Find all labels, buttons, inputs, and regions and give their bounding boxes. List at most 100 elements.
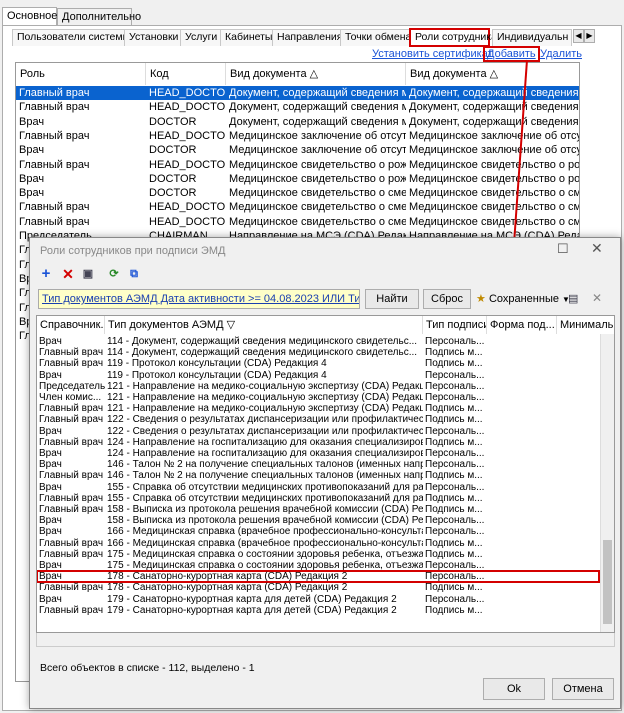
table-cell: Главный врач	[19, 158, 90, 171]
table-row[interactable]: Врач DOCTOR Документ, содержащий сведения …	[16, 115, 579, 129]
column-header-doc-type-2[interactable]: Вид документа △	[406, 63, 579, 85]
list-cell: Подпись м...	[425, 347, 483, 359]
list-item[interactable]: Главный врач 121 - Направление на медико-…	[37, 403, 599, 414]
subtab-exchange-points[interactable]: Точки обмена	[340, 29, 417, 46]
column-header-code[interactable]: Код	[146, 63, 226, 85]
column-header-doc-type[interactable]: Вид документа △	[226, 63, 406, 85]
list-item[interactable]: Главный врач 166 - Медицинская справка (в…	[37, 538, 599, 549]
cancel-button[interactable]: Отмена	[552, 678, 614, 700]
saved-filters-dropdown[interactable]: ★ Сохраненные ▼	[476, 290, 570, 309]
table-row[interactable]: Врач DOCTOR Медицинское свидетельство о см…	[16, 186, 579, 200]
list-item[interactable]: Врач 178 - Санаторно-курортная карта (CDA…	[37, 570, 600, 584]
list-cell: Главный врач	[39, 604, 104, 616]
subtab-settings[interactable]: Установки	[124, 29, 184, 46]
subtab-employee-roles[interactable]: Роли сотрудника	[409, 28, 497, 47]
scrollbar-thumb[interactable]	[603, 540, 612, 624]
list-item[interactable]: Главный врач 179 - Санаторно-курортная ка…	[37, 605, 599, 616]
table-cell: Документ, содержащий сведения мед...	[229, 101, 406, 114]
table-cell: Медицинское свидетельство о рожде...	[229, 158, 406, 171]
add-icon[interactable]: +	[38, 266, 54, 282]
list-cell: Врач	[39, 571, 62, 583]
list-item[interactable]: Врач 155 - Справка об отсутствии медицинс…	[37, 482, 599, 493]
reset-button[interactable]: Сброс	[423, 289, 471, 309]
delete-link[interactable]: Удалить	[540, 48, 582, 60]
tab-additional[interactable]: Дополнительно	[57, 8, 141, 26]
list-cell: Персональ...	[425, 593, 485, 605]
install-certificate-link[interactable]: Установить сертификат	[372, 48, 493, 60]
subtab-services[interactable]: Услуги	[180, 29, 223, 46]
list-cell: 166 - Медицинская справка (врачебное про…	[107, 537, 423, 549]
column-header-role[interactable]: Роль	[16, 63, 146, 85]
properties-icon[interactable]: ▣	[80, 266, 96, 282]
list-item[interactable]: Член комис... 121 - Направление на медико…	[37, 392, 599, 403]
column-header-directory[interactable]: Справочник...	[37, 316, 105, 334]
column-header-aemd-doc-type[interactable]: Тип документов АЭМД ▽	[105, 316, 423, 334]
list-cell: Главный врач	[39, 358, 104, 370]
list-cell: 158 - Выписка из протокола решения враче…	[107, 504, 423, 515]
tab-main[interactable]: Основное	[2, 7, 57, 25]
refresh-icon[interactable]: ⟳	[106, 266, 122, 282]
list-item[interactable]: Председатель 121 - Направление на медико-…	[37, 381, 599, 392]
save-filter-icon[interactable]: ▤	[568, 291, 578, 307]
list-item[interactable]: Врач 175 - Медицинская справка о состояни…	[37, 560, 599, 571]
list-item[interactable]: Главный врач 124 - Направление на госпита…	[37, 437, 599, 448]
table-cell: Медицинское заключение об отсутств...	[409, 129, 579, 142]
list-cell: 122 - Сведения о результатах диспансериз…	[107, 414, 423, 426]
list-item[interactable]: Врач 124 - Направление на госпитализацию …	[37, 448, 599, 459]
list-cell: 175 - Медицинская справка о состоянии зд…	[107, 560, 423, 571]
tab-scroll-right-icon[interactable]: ▶	[584, 29, 595, 43]
maximize-icon[interactable]: ☐	[557, 241, 569, 257]
list-item[interactable]: Врач 179 - Санаторно-курортная карта для …	[37, 594, 599, 605]
close-icon[interactable]: ✕	[591, 240, 603, 257]
list-cell: 122 - Сведения о результатах диспансериз…	[107, 425, 423, 437]
table-row[interactable]: Врач DOCTOR Медицинское свидетельство о ро…	[16, 172, 579, 186]
list-item[interactable]: Врач 158 - Выписка из протокола решения в…	[37, 515, 599, 526]
ok-button[interactable]: Ok	[483, 678, 545, 700]
list-cell: Подпись м...	[425, 548, 483, 560]
table-row[interactable]: Главный врач HEAD_DOCTOR Медицинское свиде…	[16, 215, 579, 229]
list-cell: Подпись м...	[425, 470, 483, 482]
list-item[interactable]: Главный врач 122 - Сведения о результатах…	[37, 414, 599, 425]
list-item[interactable]: Врач 114 - Документ, содержащий сведения …	[37, 336, 599, 347]
list-item[interactable]: Главный врач 119 - Протокол консультации …	[37, 358, 599, 369]
subtab-cabinets[interactable]: Кабинеты	[220, 29, 278, 46]
list-item[interactable]: Врач 119 - Протокол консультации (CDA) Ре…	[37, 370, 599, 381]
delete-icon[interactable]: ✕	[60, 266, 76, 282]
column-header-doc-type-2-label: Вид документа	[410, 68, 487, 80]
list-cell: Персональ...	[425, 448, 485, 459]
column-header-signature-type[interactable]: Тип подписи	[423, 316, 487, 334]
column-header-signature-form[interactable]: Форма под...	[487, 316, 557, 334]
table-cell: HEAD_DOCTOR	[149, 129, 226, 142]
list-cell: 146 - Талон № 2 на получение специальных…	[107, 470, 423, 482]
column-header-minimal[interactable]: Минималь	[557, 316, 614, 334]
list-item[interactable]: Врач 166 - Медицинская справка (врачебное…	[37, 526, 599, 537]
list-item[interactable]: Главный врач 178 - Санаторно-курортная ка…	[37, 582, 599, 593]
table-row[interactable]: Главный врач HEAD_DOCTOR Документ, содержа…	[16, 100, 579, 114]
list-cell: Главный врач	[39, 436, 104, 448]
list-item[interactable]: Главный врач 114 - Документ, содержащий с…	[37, 347, 599, 358]
filter-field[interactable]: Тип документов АЭМД Дата активности >= 0…	[38, 289, 360, 309]
list-cell: Врач	[39, 336, 62, 347]
list-item[interactable]: Главный врач 146 - Талон № 2 на получение…	[37, 470, 599, 481]
table-row[interactable]: Главный врач HEAD_DOCTOR Документ, содержа…	[16, 86, 579, 101]
table-cell: Документ, содержащий сведения мед...	[229, 87, 406, 99]
subtab-directions[interactable]: Направления	[272, 29, 348, 46]
subtab-individual[interactable]: Индивидуальн	[492, 29, 572, 46]
vertical-scrollbar[interactable]	[600, 334, 614, 632]
table-row[interactable]: Главный врач HEAD_DOCTOR Медицинское свиде…	[16, 200, 579, 214]
find-button[interactable]: Найти	[365, 289, 419, 309]
clear-filter-icon[interactable]: ✕	[592, 290, 602, 306]
table-row[interactable]: Врач DOCTOR Медицинское заключение об отсу…	[16, 143, 579, 157]
horizontal-scrollbar[interactable]	[36, 633, 615, 647]
list-item[interactable]: Врач 122 - Сведения о результатах диспанс…	[37, 426, 599, 437]
list-item[interactable]: Врач 146 - Талон № 2 на получение специал…	[37, 459, 599, 470]
table-row[interactable]: Главный врач HEAD_DOCTOR Медицинское заклю…	[16, 129, 579, 143]
copy-icon[interactable]: ⧉	[126, 266, 142, 282]
subtab-users[interactable]: Пользователи системы	[12, 29, 136, 46]
list-item[interactable]: Главный врач 155 - Справка об отсутствии …	[37, 493, 599, 504]
list-item[interactable]: Главный врач 175 - Медицинская справка о …	[37, 549, 599, 560]
employee-roles-dialog: Роли сотрудников при подписи ЭМД ☐ ✕ + ✕…	[29, 237, 621, 709]
table-row[interactable]: Главный врач HEAD_DOCTOR Медицинское свиде…	[16, 158, 579, 172]
tab-scroll-left-icon[interactable]: ◀	[573, 29, 584, 43]
list-item[interactable]: Главный врач 158 - Выписка из протокола р…	[37, 504, 599, 515]
